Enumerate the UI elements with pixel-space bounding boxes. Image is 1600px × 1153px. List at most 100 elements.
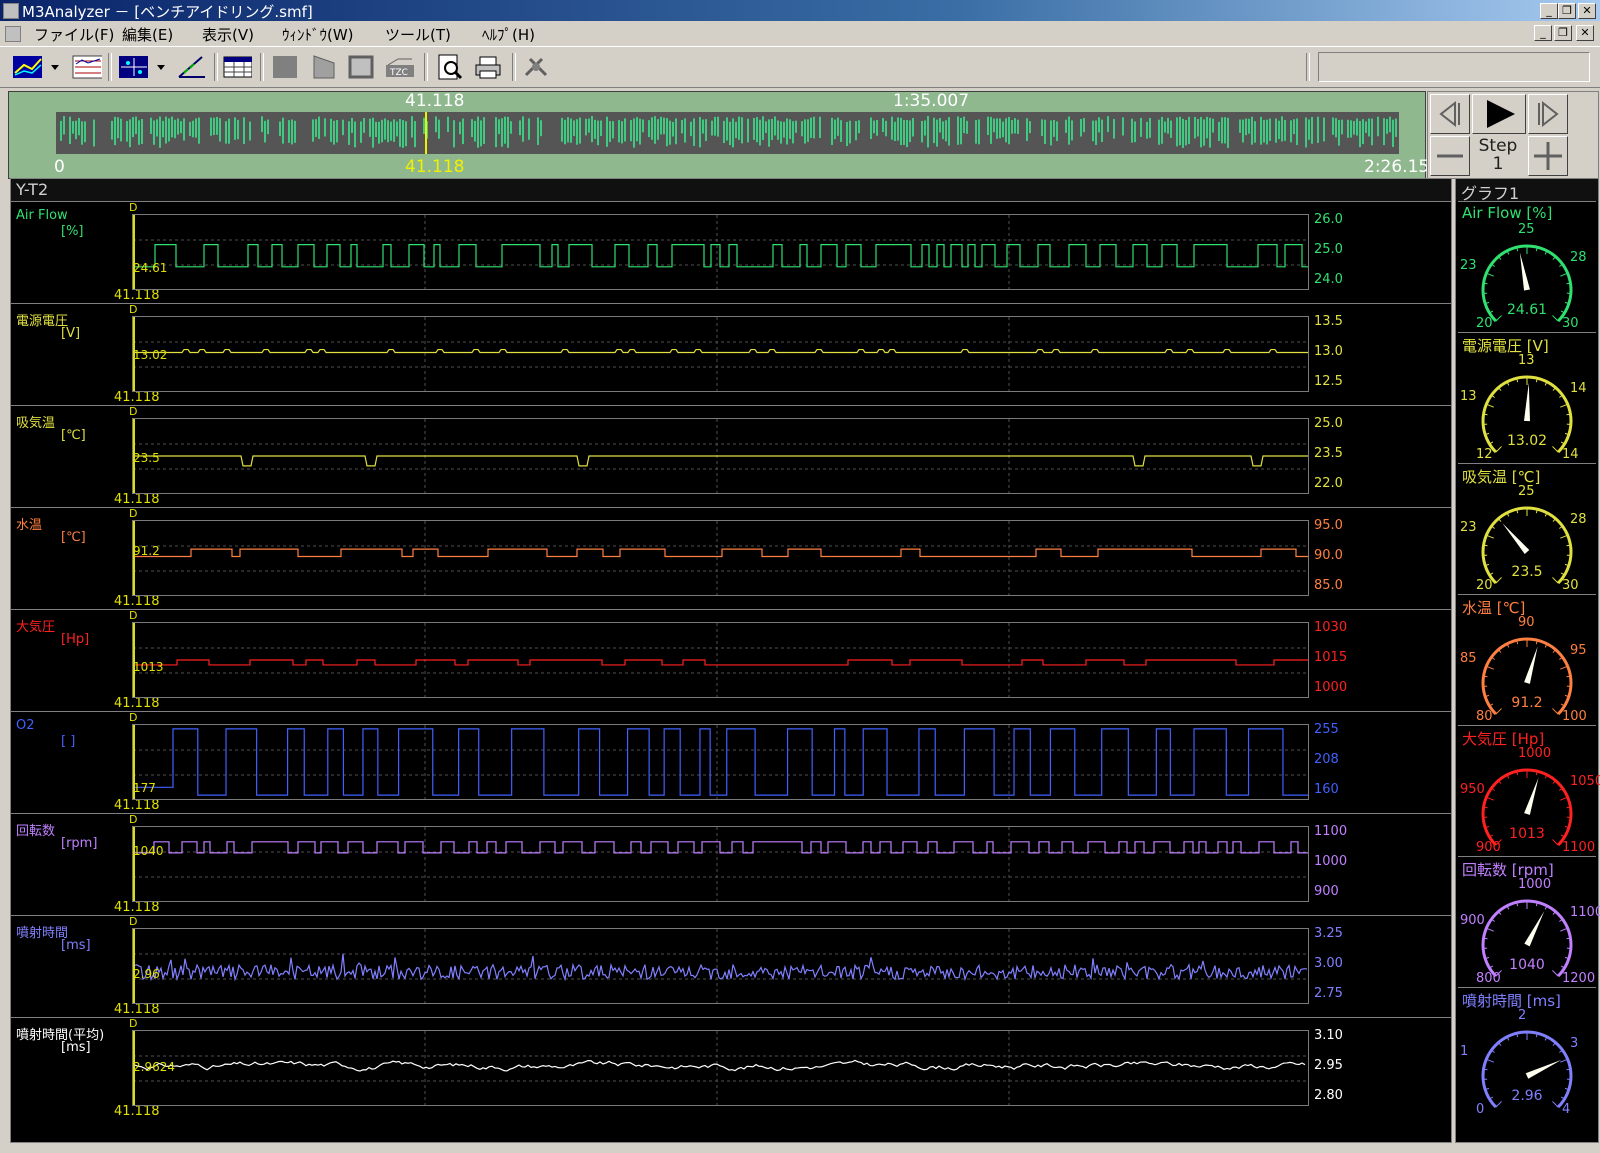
y-tick-label: 25.0 <box>1314 416 1343 431</box>
channel-plot[interactable] <box>132 622 1309 698</box>
channel-plot[interactable] <box>132 214 1309 290</box>
channel-plot[interactable] <box>132 520 1309 596</box>
step-decrease-button[interactable] <box>1430 136 1470 176</box>
channel-unit: [rpm] <box>61 836 98 851</box>
timeline-marker-2: 1:35.007 <box>893 91 970 111</box>
current-value: 13.02 <box>133 347 168 362</box>
timeline-overview[interactable]: 41.118 1:35.007 0 41.118 2:26.157 <box>8 91 1440 179</box>
channel-plot[interactable] <box>132 418 1309 494</box>
channel-unit: [%] <box>61 224 84 239</box>
y-tick-label: 255 <box>1314 722 1339 737</box>
y-tick-label: 23.5 <box>1314 446 1343 461</box>
step-increase-button[interactable] <box>1528 136 1568 176</box>
doc-minimize-button[interactable]: _ <box>1534 25 1552 41</box>
yt-graph-panel: Y-T2 Air Flow [%] 41.118 D 24.61 26.0 25.0 24.0… <box>10 178 1452 1143</box>
step-forward-button[interactable] <box>1528 94 1568 134</box>
channel-unit: [ ] <box>61 734 76 749</box>
gauge-left-label: 23 <box>1460 258 1477 273</box>
menu-view[interactable]: 表示(V) <box>202 24 254 45</box>
series-line <box>135 455 1308 467</box>
gauge-left-label: 1 <box>1460 1044 1469 1059</box>
print-icon[interactable] <box>472 53 502 81</box>
gauge[interactable]: Air Flow [%] 25 23 28 20 30 24.61 <box>1458 201 1596 334</box>
gauge-value: 23.5 <box>1511 564 1543 580</box>
timeline-track[interactable] <box>56 112 1399 154</box>
table-view-icon[interactable] <box>222 53 252 81</box>
status-field <box>1318 52 1590 82</box>
gauge-needle <box>1524 911 1545 947</box>
step-forward-icon <box>1538 100 1559 128</box>
menu-help[interactable]: ﾍﾙﾌﾟ(H) <box>482 24 535 45</box>
channel-plot[interactable] <box>132 724 1313 800</box>
gauge-min-label: 900 <box>1476 840 1501 855</box>
channel-row[interactable]: 電源電圧 [V] 41.118 D 13.02 13.5 13.0 12.5 <box>11 303 1451 408</box>
menu-window[interactable]: ｳｨﾝﾄﾞｳ(W) <box>282 24 354 45</box>
gauge-max-label: 100 <box>1562 709 1587 724</box>
yt-graph-icon[interactable] <box>12 53 42 81</box>
series-line <box>135 728 1313 796</box>
doc-restore-button[interactable]: ❐ <box>1554 25 1572 41</box>
cursor-marker: D <box>129 303 138 316</box>
channel-plot[interactable] <box>132 316 1309 392</box>
gauge-max-label: 1100 <box>1562 840 1596 855</box>
window-title: M3Analyzer － [ベンチアイドリング.smf] <box>22 3 313 21</box>
gauge-value: 1040 <box>1509 957 1545 973</box>
channel-row[interactable]: O2[ ] 41.118 D 177 255 208 160 <box>11 711 1451 816</box>
restore-button[interactable]: ❐ <box>1558 3 1576 19</box>
preview-icon[interactable] <box>434 53 464 81</box>
dropdown-arrow-icon-2[interactable] <box>154 53 168 81</box>
gauge-value: 24.61 <box>1506 302 1548 318</box>
gauge-value: 1013 <box>1509 826 1545 842</box>
menu-tools[interactable]: ツール(T) <box>385 24 451 45</box>
current-value: 1013 <box>133 659 164 674</box>
close-button[interactable]: ✕ <box>1578 3 1596 19</box>
gauge-tick <box>1483 675 1488 678</box>
gauge[interactable]: 吸気温 [℃] 25 23 28 20 30 23.5 <box>1458 463 1596 596</box>
app-icon <box>3 3 19 19</box>
multi-graph-icon[interactable] <box>72 53 102 81</box>
gauge-min-label: 800 <box>1476 971 1501 986</box>
gauge-tick <box>1560 272 1568 277</box>
gauge[interactable]: 回転数 [rpm] 1000 900 1100 800 1200 1040 <box>1458 856 1600 989</box>
frame-icon[interactable] <box>346 53 376 81</box>
channel-row[interactable]: 噴射時間 [ms] 41.118 D 2.96 3.25 3.00 2.75 <box>11 915 1451 1020</box>
gauge[interactable]: 大気圧 [Hp] 1000 950 1050 900 1100 1013 <box>1458 725 1600 858</box>
minimize-button[interactable]: _ <box>1540 3 1558 19</box>
gauge-min-label: 20 <box>1476 578 1493 593</box>
dropdown-arrow-icon[interactable] <box>48 53 62 81</box>
gauge[interactable]: 噴射時間 [ms] 2 1 3 0 4 2.96 <box>1458 987 1596 1120</box>
gauge-tick <box>1560 927 1568 932</box>
step-back-button[interactable] <box>1430 94 1470 134</box>
gauge-min-label: 80 <box>1476 709 1493 724</box>
series-line <box>135 348 1308 354</box>
xy-graph-icon[interactable] <box>118 53 148 81</box>
play-button[interactable] <box>1472 94 1526 134</box>
gauge[interactable]: 水温 [℃] 90 85 95 80 100 91.2 <box>1458 594 1596 727</box>
channel-row[interactable]: Air Flow [%] 41.118 D 24.61 26.0 25.0 24.0 <box>11 201 1451 306</box>
flag-icon[interactable] <box>308 53 338 81</box>
gauge-tick <box>1566 282 1571 285</box>
menu-edit[interactable]: 編集(E) <box>122 24 173 45</box>
channel-row[interactable]: 大気圧 [Hp] 41.118 D 1013 1030 1015 1000 <box>11 609 1451 714</box>
y-tick-label: 90.0 <box>1314 548 1343 563</box>
tzc-icon[interactable]: TZC <box>384 53 414 81</box>
channel-plot[interactable] <box>132 826 1309 902</box>
gauge[interactable]: 電源電圧 [V] 13 13 14 12 14 13.02 <box>1458 332 1596 465</box>
channel-row[interactable]: 回転数 [rpm] 41.118 D 1040 1100 1000 900 <box>11 813 1451 918</box>
current-value: 23.5 <box>133 451 160 465</box>
gauge-max-label: 4 <box>1562 1102 1571 1117</box>
channel-row[interactable]: 吸気温 [℃] 41.118 D 23.5 25.0 23.5 22.0 <box>11 405 1451 510</box>
menu-file[interactable]: ファイル(F) <box>34 24 114 45</box>
gauge-value: 91.2 <box>1511 695 1543 711</box>
measure-icon[interactable] <box>176 53 206 81</box>
channel-waveform <box>133 827 1308 901</box>
channel-row[interactable]: 噴射時間(平均) [ms] 41.118 D 2.9624 3.10 2.95 2.80 <box>11 1017 1451 1122</box>
doc-icon[interactable] <box>5 26 21 42</box>
stop-icon[interactable] <box>270 53 300 81</box>
channel-plot[interactable] <box>132 928 1309 1004</box>
channel-row[interactable]: 水温 [℃] 41.118 D 91.2 95.0 90.0 85.0 <box>11 507 1451 612</box>
channel-plot[interactable] <box>132 1030 1309 1106</box>
doc-close-button[interactable]: ✕ <box>1576 25 1594 41</box>
y-tick-label: 1000 <box>1314 854 1348 869</box>
tool-icon[interactable] <box>520 53 550 81</box>
